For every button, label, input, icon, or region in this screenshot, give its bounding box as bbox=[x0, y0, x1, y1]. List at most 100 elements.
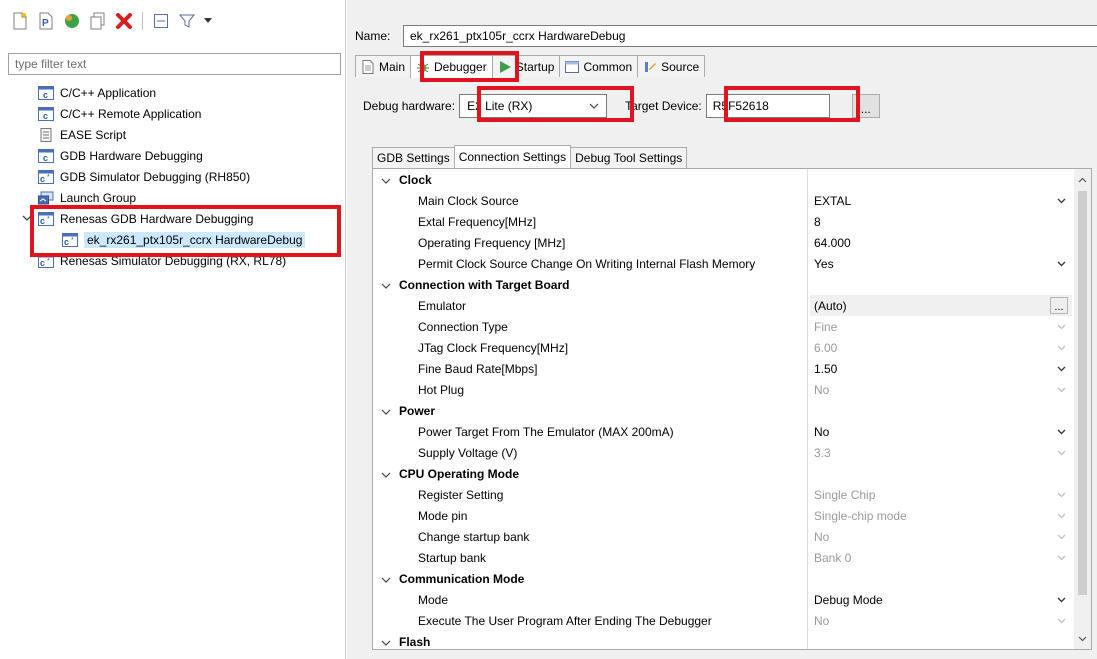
subtab-debug-tool-settings[interactable]: Debug Tool Settings bbox=[570, 147, 688, 168]
subtab-gdb-settings[interactable]: GDB Settings bbox=[372, 147, 455, 168]
tab-common[interactable]: Common bbox=[559, 55, 639, 77]
tree-item[interactable]: c C/C++ Application bbox=[0, 82, 345, 103]
setting-value[interactable]: (Auto)... bbox=[810, 295, 1072, 316]
setting-value[interactable]: No bbox=[810, 421, 1072, 442]
chevron-down-icon[interactable] bbox=[1057, 195, 1066, 207]
setting-value[interactable]: 1.50 bbox=[810, 358, 1072, 379]
chevron-down-icon[interactable] bbox=[1057, 489, 1066, 501]
chevron-down-icon[interactable] bbox=[1057, 615, 1066, 627]
export-config-icon[interactable] bbox=[62, 11, 82, 31]
setting-value-text: 8 bbox=[814, 214, 821, 229]
setting-value[interactable]: Yes bbox=[810, 253, 1072, 274]
settings-category[interactable]: Flash bbox=[373, 631, 1078, 649]
setting-value[interactable]: 6.00 bbox=[810, 337, 1072, 358]
tree-item-label: C/C++ Remote Application bbox=[60, 106, 202, 121]
setting-name: Supply Voltage (V) bbox=[418, 445, 518, 460]
chevron-down-icon[interactable] bbox=[22, 213, 32, 223]
tree-item[interactable]: EASE Script bbox=[0, 124, 345, 145]
setting-value[interactable]: Single-chip mode bbox=[810, 505, 1072, 526]
collapse-all-icon[interactable] bbox=[151, 11, 171, 31]
tab-main[interactable]: Main bbox=[355, 55, 412, 77]
setting-value[interactable]: 8 bbox=[810, 211, 1072, 232]
chevron-down-icon[interactable] bbox=[379, 404, 393, 418]
tree-item-selected[interactable]: c * ek_rx261_ptx105r_ccrx HardwareDebug bbox=[0, 229, 345, 250]
settings-category[interactable]: Communication Mode bbox=[373, 568, 1078, 589]
settings-row: Mode Debug Mode bbox=[373, 589, 1078, 610]
chevron-down-icon[interactable] bbox=[1057, 531, 1066, 543]
name-input[interactable] bbox=[403, 25, 1097, 47]
chevron-down-icon[interactable] bbox=[379, 572, 393, 586]
view-menu-icon[interactable] bbox=[203, 11, 213, 31]
chevron-down-icon[interactable] bbox=[1057, 426, 1066, 438]
settings-row: Mode pin Single-chip mode bbox=[373, 505, 1078, 526]
tab-label: Startup bbox=[515, 59, 555, 74]
filter-input[interactable] bbox=[8, 53, 341, 75]
chevron-down-icon[interactable] bbox=[379, 173, 393, 187]
settings-category-title: Power bbox=[399, 403, 436, 418]
setting-value-text: Yes bbox=[814, 256, 834, 271]
new-prototype-icon[interactable]: P bbox=[36, 11, 56, 31]
chevron-down-icon[interactable] bbox=[1057, 594, 1066, 606]
chevron-down-icon[interactable] bbox=[379, 467, 393, 481]
browse-emulator-button[interactable]: ... bbox=[1050, 297, 1068, 314]
settings-category[interactable]: CPU Operating Mode bbox=[373, 463, 1078, 484]
settings-row: Connection Type Fine bbox=[373, 316, 1078, 337]
tree-item[interactable]: c * GDB Simulator Debugging (RH850) bbox=[0, 166, 345, 187]
svg-text:c: c bbox=[40, 174, 45, 184]
setting-value[interactable]: No bbox=[810, 379, 1072, 400]
tree-item[interactable]: c * Renesas GDB Hardware Debugging bbox=[0, 208, 345, 229]
chevron-down-icon[interactable] bbox=[1057, 552, 1066, 564]
chevron-down-icon[interactable] bbox=[1057, 258, 1066, 270]
vertical-scrollbar[interactable] bbox=[1074, 169, 1091, 649]
window-icon bbox=[565, 60, 580, 73]
filter-icon[interactable] bbox=[177, 11, 197, 31]
chevron-down-icon[interactable] bbox=[379, 635, 393, 649]
chevron-down-icon[interactable] bbox=[1057, 447, 1066, 459]
setting-value[interactable]: Debug Mode bbox=[810, 589, 1072, 610]
settings-row: Execute The User Program After Ending Th… bbox=[373, 610, 1078, 631]
c-app-icon: c bbox=[38, 148, 54, 163]
settings-category[interactable]: Power bbox=[373, 400, 1078, 421]
settings-category[interactable]: Connection with Target Board bbox=[373, 274, 1078, 295]
setting-value[interactable]: 3.3 bbox=[810, 442, 1072, 463]
scrollbar-thumb[interactable] bbox=[1078, 191, 1087, 595]
subtab-connection-settings[interactable]: Connection Settings bbox=[453, 145, 572, 168]
svg-text:*: * bbox=[71, 237, 74, 244]
setting-value-text: Single-chip mode bbox=[814, 508, 907, 523]
new-config-icon[interactable] bbox=[10, 11, 30, 31]
debug-hardware-label: Debug hardware: bbox=[363, 99, 456, 113]
tree-item-label: EASE Script bbox=[60, 127, 127, 142]
tab-source[interactable]: Source bbox=[637, 55, 706, 77]
chevron-down-icon[interactable] bbox=[1057, 384, 1066, 396]
tab-label: Debugger bbox=[434, 60, 487, 74]
delete-config-icon[interactable] bbox=[114, 11, 134, 31]
browse-target-button[interactable]: ... bbox=[851, 94, 880, 118]
tree-item[interactable]: c GDB Hardware Debugging bbox=[0, 145, 345, 166]
settings-row: Power Target From The Emulator (MAX 200m… bbox=[373, 421, 1078, 442]
setting-value[interactable]: Fine bbox=[810, 316, 1072, 337]
chevron-down-icon[interactable] bbox=[1057, 321, 1066, 333]
tree-item[interactable]: c * Renesas Simulator Debugging (RX, RL78… bbox=[0, 250, 345, 271]
target-device-input[interactable] bbox=[705, 94, 830, 118]
chevron-down-icon[interactable] bbox=[379, 278, 393, 292]
setting-value[interactable]: EXTAL bbox=[810, 190, 1072, 211]
tab-startup[interactable]: Startup bbox=[491, 55, 561, 77]
tree-item[interactable]: c C/C++ Remote Application bbox=[0, 103, 345, 124]
scroll-up-icon[interactable] bbox=[1074, 171, 1091, 188]
setting-value[interactable]: 64.000 bbox=[810, 232, 1072, 253]
setting-value[interactable]: Bank 0 bbox=[810, 547, 1072, 568]
setting-value[interactable]: No bbox=[810, 526, 1072, 547]
chevron-down-icon[interactable] bbox=[1057, 510, 1066, 522]
tree-item[interactable]: Launch Group bbox=[0, 187, 345, 208]
setting-value[interactable]: Single Chip bbox=[810, 484, 1072, 505]
chevron-down-icon[interactable] bbox=[1057, 342, 1066, 354]
chevron-down-icon[interactable] bbox=[1057, 363, 1066, 375]
setting-name: Execute The User Program After Ending Th… bbox=[418, 613, 712, 628]
setting-value[interactable]: No bbox=[810, 610, 1072, 631]
scroll-down-icon[interactable] bbox=[1074, 630, 1091, 647]
settings-category[interactable]: Clock bbox=[373, 169, 1078, 190]
svg-text:c: c bbox=[40, 216, 45, 226]
debug-hardware-select[interactable]: E2 Lite (RX) bbox=[459, 94, 608, 118]
tab-debugger[interactable]: Debugger bbox=[410, 55, 493, 78]
duplicate-config-icon[interactable] bbox=[88, 11, 108, 31]
